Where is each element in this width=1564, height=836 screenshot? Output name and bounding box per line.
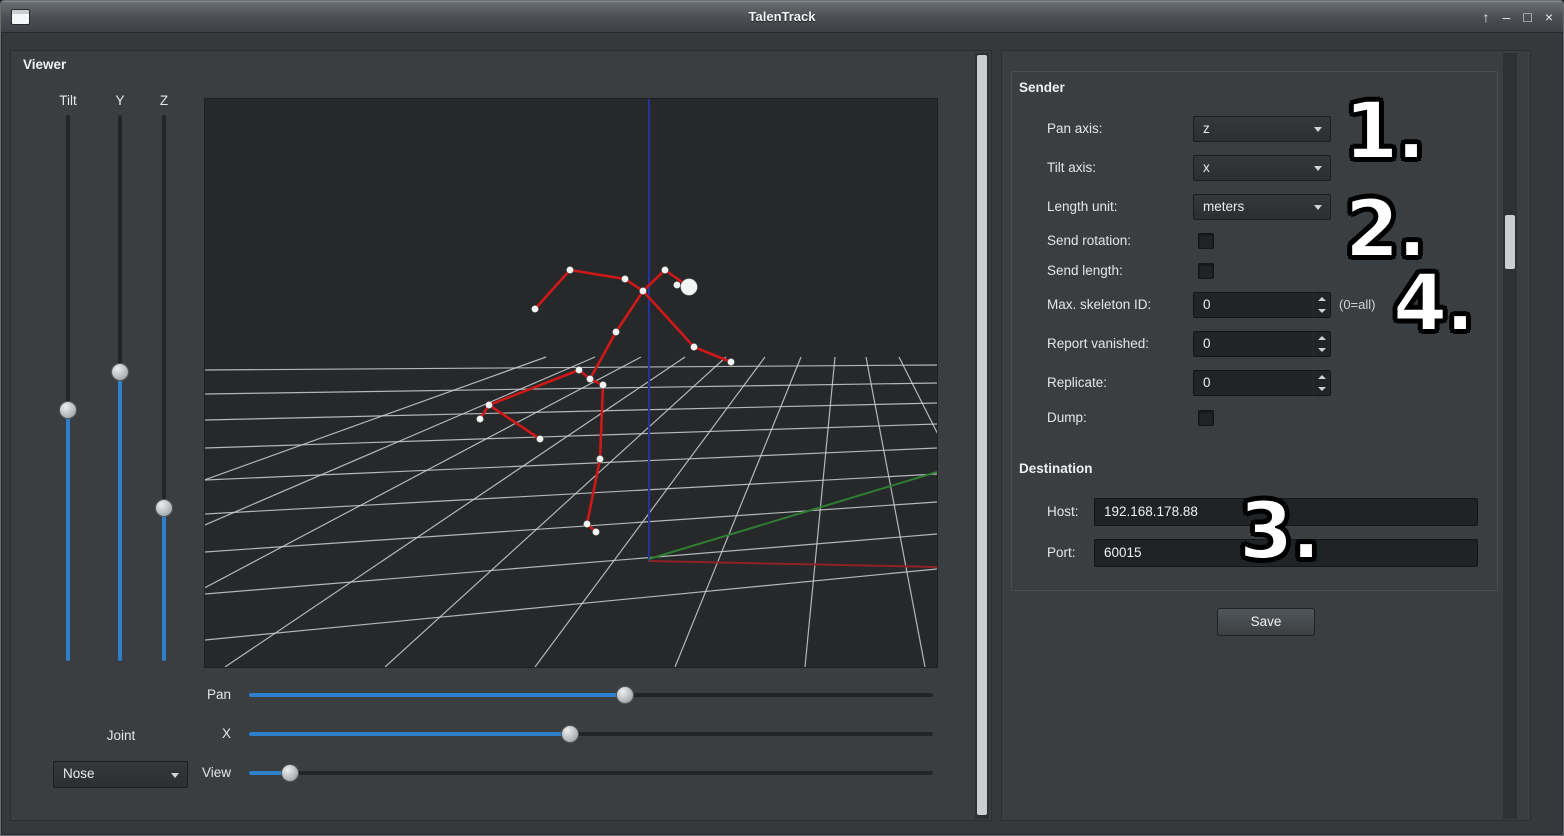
x-slider-fill: [249, 732, 570, 736]
save-button[interactable]: Save: [1217, 608, 1315, 636]
skeleton-canvas: [205, 99, 937, 667]
dump-checkbox[interactable]: [1198, 410, 1214, 426]
sender-section-title: Sender: [1019, 80, 1065, 95]
pan-slider-label: Pan: [141, 686, 231, 704]
send-length-checkbox[interactable]: [1198, 263, 1214, 279]
z-slider-label: Z: [138, 93, 190, 108]
send-length-label: Send length:: [1047, 258, 1123, 284]
tilt-slider[interactable]: Tilt: [42, 93, 94, 673]
chevron-down-icon: [1314, 205, 1322, 210]
pan-slider-track[interactable]: [249, 693, 933, 697]
spin-down-icon[interactable]: [1314, 344, 1330, 356]
y-slider-fill: [118, 372, 122, 661]
joint-select-value: Nose: [63, 762, 95, 787]
pan-axis-select[interactable]: z: [1193, 116, 1331, 142]
send-rotation-checkbox[interactable]: [1198, 233, 1214, 249]
tilt-slider-handle[interactable]: [59, 401, 77, 419]
spin-down-icon[interactable]: [1314, 383, 1330, 395]
z-slider-track[interactable]: [162, 115, 166, 661]
dump-label: Dump:: [1047, 405, 1087, 431]
pan-slider[interactable]: Pan: [141, 686, 951, 706]
spin-buttons: [1313, 371, 1330, 395]
minimize-icon[interactable]: –: [1503, 10, 1511, 24]
z-slider[interactable]: Z: [138, 93, 190, 673]
spin-buttons: [1313, 293, 1330, 317]
tilt-slider-track[interactable]: [66, 115, 70, 661]
window-title: TalenTrack: [1, 1, 1563, 32]
report-vanished-spinbox[interactable]: 0: [1193, 331, 1331, 357]
pan-slider-handle[interactable]: [616, 686, 634, 704]
z-slider-handle[interactable]: [155, 499, 173, 517]
titlebar[interactable]: TalenTrack ↑ – □ ×: [1, 1, 1563, 33]
length-unit-value: meters: [1203, 195, 1244, 219]
view-slider-track[interactable]: [249, 771, 933, 775]
y-slider-track[interactable]: [118, 115, 122, 661]
y-slider-handle[interactable]: [111, 363, 129, 381]
tilt-slider-fill: [66, 410, 70, 661]
max-skeleton-id-spinbox[interactable]: 0: [1193, 292, 1331, 318]
chevron-down-icon: [1314, 127, 1322, 132]
report-vanished-label: Report vanished:: [1047, 331, 1149, 357]
pan-axis-value: z: [1203, 117, 1210, 141]
pan-axis-label: Pan axis:: [1047, 116, 1103, 142]
replicate-label: Replicate:: [1047, 370, 1107, 396]
length-unit-label: Length unit:: [1047, 194, 1118, 220]
report-vanished-value: 0: [1203, 332, 1211, 356]
send-rotation-label: Send rotation:: [1047, 228, 1131, 254]
x-slider[interactable]: X: [141, 725, 951, 745]
length-unit-select[interactable]: meters: [1193, 194, 1331, 220]
max-skeleton-id-label: Max. skeleton ID:: [1047, 292, 1151, 318]
view-slider-handle[interactable]: [281, 764, 299, 782]
spin-up-icon[interactable]: [1314, 371, 1330, 383]
view-slider[interactable]: View: [141, 764, 951, 784]
chevron-down-icon: [1314, 166, 1322, 171]
pan-slider-fill: [249, 693, 625, 697]
sender-scrollbar[interactable]: [1503, 53, 1517, 819]
spin-up-icon[interactable]: [1314, 293, 1330, 305]
rollup-icon[interactable]: ↑: [1483, 10, 1490, 24]
app-window: TalenTrack ↑ – □ × Viewer Tilt Y Z: [0, 0, 1564, 836]
3d-viewport[interactable]: [204, 98, 938, 668]
spin-up-icon[interactable]: [1314, 332, 1330, 344]
joint-label: Joint: [86, 723, 156, 749]
spin-down-icon[interactable]: [1314, 305, 1330, 317]
tilt-slider-label: Tilt: [42, 93, 94, 108]
x-slider-handle[interactable]: [561, 725, 579, 743]
z-slider-fill: [162, 508, 166, 661]
window-controls: ↑ – □ ×: [1483, 1, 1553, 32]
chevron-down-icon: [171, 773, 179, 778]
x-slider-track[interactable]: [249, 732, 933, 736]
annotation-3: 3.: [1239, 493, 1319, 571]
maximize-icon[interactable]: □: [1523, 10, 1531, 24]
viewer-scrollbar[interactable]: [975, 53, 989, 819]
max-skeleton-id-value: 0: [1203, 293, 1211, 317]
destination-section-title: Destination: [1019, 461, 1093, 476]
sender-scrollbar-thumb[interactable]: [1505, 215, 1515, 269]
joint-select[interactable]: Nose: [53, 761, 188, 788]
tilt-axis-value: x: [1203, 156, 1210, 180]
spin-buttons: [1313, 332, 1330, 356]
host-label: Host:: [1047, 498, 1079, 524]
tilt-axis-select[interactable]: x: [1193, 155, 1331, 181]
replicate-value: 0: [1203, 371, 1211, 395]
annotation-2: 2.: [1345, 191, 1425, 269]
annotation-1: 1.: [1344, 93, 1424, 171]
tilt-axis-label: Tilt axis:: [1047, 155, 1096, 181]
annotation-4: 4.: [1393, 265, 1473, 343]
viewer-scrollbar-thumb[interactable]: [977, 55, 987, 815]
viewer-section-title: Viewer: [23, 57, 66, 72]
max-skeleton-id-note: (0=all): [1339, 292, 1376, 318]
replicate-spinbox[interactable]: 0: [1193, 370, 1331, 396]
close-icon[interactable]: ×: [1545, 10, 1553, 24]
port-label: Port:: [1047, 539, 1076, 565]
